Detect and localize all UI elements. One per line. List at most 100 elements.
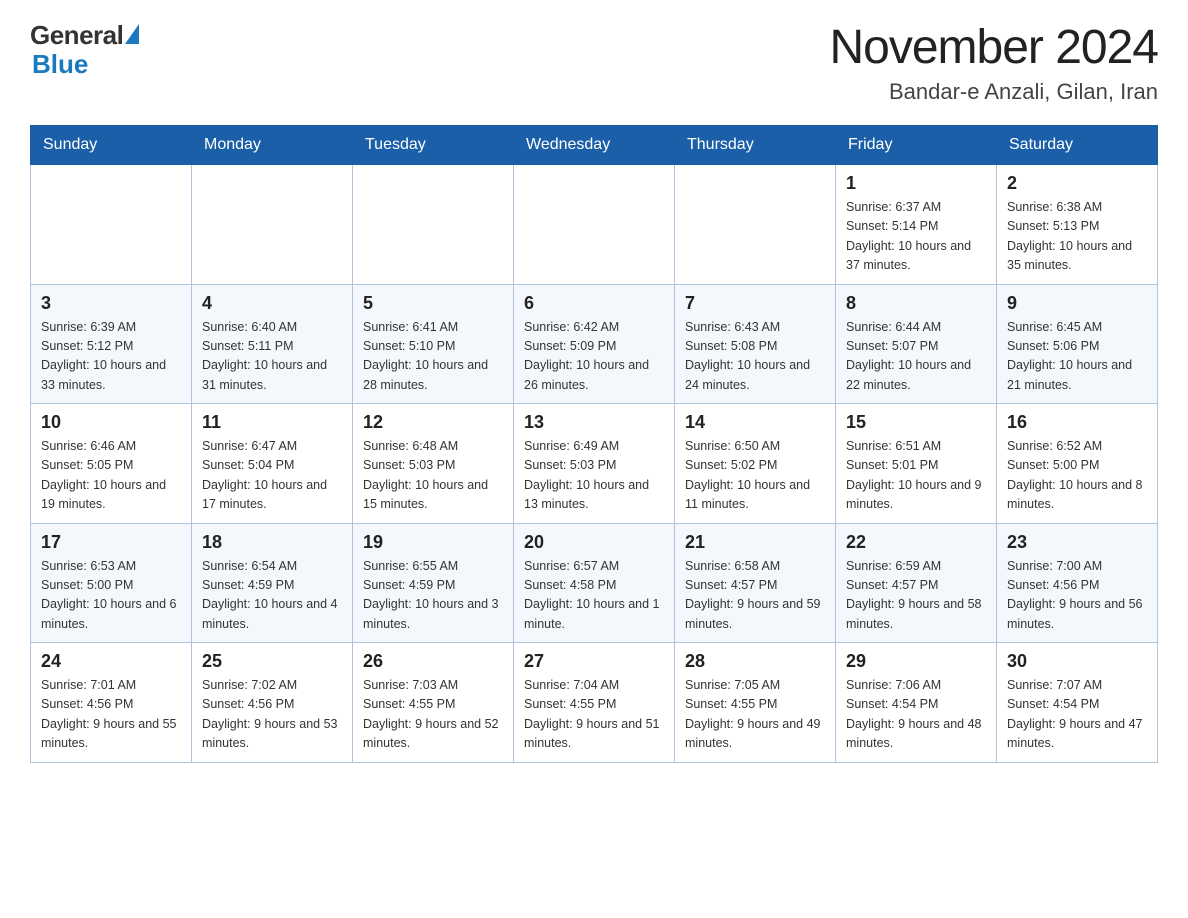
weekday-header-saturday: Saturday	[997, 126, 1158, 165]
day-info: Sunrise: 7:04 AM Sunset: 4:55 PM Dayligh…	[524, 676, 664, 754]
day-info: Sunrise: 6:50 AM Sunset: 5:02 PM Dayligh…	[685, 437, 825, 515]
calendar-cell: 10 Sunrise: 6:46 AM Sunset: 5:05 PM Dayli…	[31, 404, 192, 524]
day-number: 30	[1007, 651, 1147, 672]
calendar-cell: 3Sunrise: 6:39 AM Sunset: 5:12 PM Daylig…	[31, 284, 192, 404]
day-number: 6	[524, 293, 664, 314]
day-info: Sunrise: 6:58 AM Sunset: 4:57 PM Dayligh…	[685, 557, 825, 635]
day-number: 26	[363, 651, 503, 672]
weekday-header-thursday: Thursday	[675, 126, 836, 165]
day-number: 11	[202, 412, 342, 433]
day-info: Sunrise: 6:53 AM Sunset: 5:00 PM Dayligh…	[41, 557, 181, 635]
day-number: 27	[524, 651, 664, 672]
day-info: Sunrise: 6:47 AM Sunset: 5:04 PM Dayligh…	[202, 437, 342, 515]
day-info: Sunrise: 6:48 AM Sunset: 5:03 PM Dayligh…	[363, 437, 503, 515]
day-number: 19	[363, 532, 503, 553]
day-info: Sunrise: 7:06 AM Sunset: 4:54 PM Dayligh…	[846, 676, 986, 754]
calendar-cell: 15 Sunrise: 6:51 AM Sunset: 5:01 PM Dayli…	[836, 404, 997, 524]
calendar-week-row: 10 Sunrise: 6:46 AM Sunset: 5:05 PM Dayli…	[31, 404, 1158, 524]
day-info: Sunrise: 6:39 AM Sunset: 5:12 PM Dayligh…	[41, 318, 181, 396]
calendar-cell: 26 Sunrise: 7:03 AM Sunset: 4:55 PM Dayli…	[353, 643, 514, 763]
calendar-cell: 8Sunrise: 6:44 AM Sunset: 5:07 PM Daylig…	[836, 284, 997, 404]
logo-triangle-icon	[125, 24, 139, 44]
calendar-cell: 7Sunrise: 6:43 AM Sunset: 5:08 PM Daylig…	[675, 284, 836, 404]
calendar-cell: 28 Sunrise: 7:05 AM Sunset: 4:55 PM Dayli…	[675, 643, 836, 763]
calendar-cell	[192, 165, 353, 285]
day-info: Sunrise: 6:49 AM Sunset: 5:03 PM Dayligh…	[524, 437, 664, 515]
day-number: 21	[685, 532, 825, 553]
day-info: Sunrise: 6:46 AM Sunset: 5:05 PM Dayligh…	[41, 437, 181, 515]
calendar-week-row: 3Sunrise: 6:39 AM Sunset: 5:12 PM Daylig…	[31, 284, 1158, 404]
calendar-cell: 5 Sunrise: 6:41 AM Sunset: 5:10 PM Daylig…	[353, 284, 514, 404]
day-number: 5	[363, 293, 503, 314]
day-number: 23	[1007, 532, 1147, 553]
calendar-cell: 17 Sunrise: 6:53 AM Sunset: 5:00 PM Dayli…	[31, 523, 192, 643]
day-info: Sunrise: 6:37 AM Sunset: 5:14 PM Dayligh…	[846, 198, 986, 276]
logo: General Blue	[30, 20, 139, 80]
calendar-cell	[675, 165, 836, 285]
day-number: 22	[846, 532, 986, 553]
day-info: Sunrise: 6:51 AM Sunset: 5:01 PM Dayligh…	[846, 437, 986, 515]
title-section: November 2024 Bandar-e Anzali, Gilan, Ir…	[829, 20, 1158, 105]
calendar-cell: 2 Sunrise: 6:38 AM Sunset: 5:13 PM Daylig…	[997, 165, 1158, 285]
calendar-cell: 30 Sunrise: 7:07 AM Sunset: 4:54 PM Dayli…	[997, 643, 1158, 763]
day-number: 9	[1007, 293, 1147, 314]
calendar-cell	[31, 165, 192, 285]
day-number: 4	[202, 293, 342, 314]
day-info: Sunrise: 7:00 AM Sunset: 4:56 PM Dayligh…	[1007, 557, 1147, 635]
day-number: 20	[524, 532, 664, 553]
month-title: November 2024	[829, 20, 1158, 75]
day-number: 24	[41, 651, 181, 672]
day-number: 25	[202, 651, 342, 672]
day-info: Sunrise: 7:03 AM Sunset: 4:55 PM Dayligh…	[363, 676, 503, 754]
day-number: 28	[685, 651, 825, 672]
calendar-cell: 22 Sunrise: 6:59 AM Sunset: 4:57 PM Dayli…	[836, 523, 997, 643]
calendar-cell: 13Sunrise: 6:49 AM Sunset: 5:03 PM Dayli…	[514, 404, 675, 524]
day-info: Sunrise: 6:41 AM Sunset: 5:10 PM Dayligh…	[363, 318, 503, 396]
calendar-cell: 11 Sunrise: 6:47 AM Sunset: 5:04 PM Dayli…	[192, 404, 353, 524]
day-number: 18	[202, 532, 342, 553]
day-info: Sunrise: 6:55 AM Sunset: 4:59 PM Dayligh…	[363, 557, 503, 635]
calendar-week-row: 24 Sunrise: 7:01 AM Sunset: 4:56 PM Dayli…	[31, 643, 1158, 763]
calendar-cell: 23 Sunrise: 7:00 AM Sunset: 4:56 PM Dayli…	[997, 523, 1158, 643]
calendar-cell: 12Sunrise: 6:48 AM Sunset: 5:03 PM Dayli…	[353, 404, 514, 524]
calendar-cell: 4Sunrise: 6:40 AM Sunset: 5:11 PM Daylig…	[192, 284, 353, 404]
location-title: Bandar-e Anzali, Gilan, Iran	[829, 79, 1158, 105]
day-info: Sunrise: 6:52 AM Sunset: 5:00 PM Dayligh…	[1007, 437, 1147, 515]
day-info: Sunrise: 7:05 AM Sunset: 4:55 PM Dayligh…	[685, 676, 825, 754]
calendar-header-row: SundayMondayTuesdayWednesdayThursdayFrid…	[31, 126, 1158, 165]
calendar-cell: 6 Sunrise: 6:42 AM Sunset: 5:09 PM Daylig…	[514, 284, 675, 404]
day-info: Sunrise: 7:07 AM Sunset: 4:54 PM Dayligh…	[1007, 676, 1147, 754]
day-number: 8	[846, 293, 986, 314]
day-number: 15	[846, 412, 986, 433]
day-info: Sunrise: 7:01 AM Sunset: 4:56 PM Dayligh…	[41, 676, 181, 754]
calendar-cell	[353, 165, 514, 285]
day-info: Sunrise: 6:57 AM Sunset: 4:58 PM Dayligh…	[524, 557, 664, 635]
calendar-cell: 19 Sunrise: 6:55 AM Sunset: 4:59 PM Dayli…	[353, 523, 514, 643]
logo-blue-text: Blue	[30, 49, 88, 80]
calendar-week-row: 17 Sunrise: 6:53 AM Sunset: 5:00 PM Dayli…	[31, 523, 1158, 643]
calendar-table: SundayMondayTuesdayWednesdayThursdayFrid…	[30, 125, 1158, 763]
calendar-cell: 25 Sunrise: 7:02 AM Sunset: 4:56 PM Dayli…	[192, 643, 353, 763]
day-number: 17	[41, 532, 181, 553]
calendar-cell: 14 Sunrise: 6:50 AM Sunset: 5:02 PM Dayli…	[675, 404, 836, 524]
day-number: 16	[1007, 412, 1147, 433]
day-info: Sunrise: 6:59 AM Sunset: 4:57 PM Dayligh…	[846, 557, 986, 635]
weekday-header-monday: Monday	[192, 126, 353, 165]
day-number: 2	[1007, 173, 1147, 194]
day-info: Sunrise: 6:42 AM Sunset: 5:09 PM Dayligh…	[524, 318, 664, 396]
calendar-week-row: 1Sunrise: 6:37 AM Sunset: 5:14 PM Daylig…	[31, 165, 1158, 285]
day-info: Sunrise: 6:38 AM Sunset: 5:13 PM Dayligh…	[1007, 198, 1147, 276]
calendar-cell: 18 Sunrise: 6:54 AM Sunset: 4:59 PM Dayli…	[192, 523, 353, 643]
page-header: General Blue November 2024 Bandar-e Anza…	[30, 20, 1158, 105]
weekday-header-wednesday: Wednesday	[514, 126, 675, 165]
day-number: 29	[846, 651, 986, 672]
day-info: Sunrise: 6:54 AM Sunset: 4:59 PM Dayligh…	[202, 557, 342, 635]
calendar-cell: 27 Sunrise: 7:04 AM Sunset: 4:55 PM Dayli…	[514, 643, 675, 763]
logo-general-text: General	[30, 20, 123, 51]
day-number: 14	[685, 412, 825, 433]
weekday-header-friday: Friday	[836, 126, 997, 165]
day-info: Sunrise: 6:45 AM Sunset: 5:06 PM Dayligh…	[1007, 318, 1147, 396]
calendar-cell: 29 Sunrise: 7:06 AM Sunset: 4:54 PM Dayli…	[836, 643, 997, 763]
day-number: 10	[41, 412, 181, 433]
day-info: Sunrise: 7:02 AM Sunset: 4:56 PM Dayligh…	[202, 676, 342, 754]
